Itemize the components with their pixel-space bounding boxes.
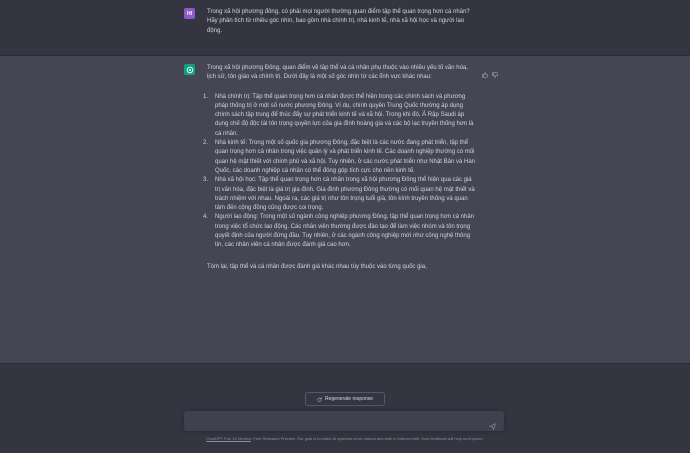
regenerate-button[interactable]: Regenerate response xyxy=(305,392,385,406)
assistant-closing: Tóm lại, tập thể và cá nhân được đánh gi… xyxy=(207,263,427,270)
list-number: 3. xyxy=(203,177,209,184)
assistant-intro: Trong xã hội phương Đông, quan điểm về t… xyxy=(207,65,468,81)
user-message-row: HI Trong xã hội phương đông, có phải mọi… xyxy=(0,0,690,56)
assistant-message-row: Trong xã hội phương Đông, quan điểm về t… xyxy=(0,56,690,364)
list-item-text: Người lao động: Trong một số ngành công … xyxy=(215,214,475,249)
list-number: 4. xyxy=(203,214,209,221)
list-item-text: Nhà xã hội học: Tập thể quan trọng hơn c… xyxy=(215,177,475,212)
user-avatar: HI xyxy=(184,8,195,19)
thumbs-down-icon xyxy=(492,72,498,78)
message-input[interactable] xyxy=(184,411,504,431)
assistant-message: Trong xã hội phương Đông, quan điểm về t… xyxy=(203,64,477,282)
list-number: 1. xyxy=(203,93,209,100)
assistant-avatar xyxy=(184,64,195,75)
user-message-text: Trong xã hội phương đông, có phải mọi ng… xyxy=(207,9,470,34)
footer-text: . Free Research Preview. Our goal is to … xyxy=(250,436,484,441)
list-item-text: Nhà chính trị: Tập thể quan trọng hơn cá… xyxy=(215,93,474,137)
send-button[interactable] xyxy=(488,417,496,431)
version-link[interactable]: ChatGPT Feb 13 Version xyxy=(206,436,251,441)
regenerate-label: Regenerate response xyxy=(324,396,374,402)
list-item: 2. Nhà kinh tế: Trong một số quốc gia phư… xyxy=(203,139,477,176)
thumbs-up-button[interactable] xyxy=(482,65,488,78)
feedback-buttons xyxy=(482,65,498,78)
composer-area: Regenerate response ChatGPT Feb 13 Versi… xyxy=(0,364,690,453)
thumbs-down-button[interactable] xyxy=(492,65,498,78)
list-item: 3. Nhà xã hội học: Tập thể quan trọng hơn… xyxy=(203,176,477,213)
footer-disclaimer: ChatGPT Feb 13 Version. Free Research Pr… xyxy=(0,436,690,441)
assistant-list: 1. Nhà chính trị: Tập thể quan trọng hơn … xyxy=(203,93,477,251)
list-item: 1. Nhà chính trị: Tập thể quan trọng hơn … xyxy=(203,93,477,139)
refresh-icon xyxy=(317,397,322,402)
list-item-text: Nhà kinh tế: Trong một số quốc gia phươn… xyxy=(215,140,475,174)
send-icon xyxy=(488,423,496,431)
list-item: 4. Người lao động: Trong một số ngành côn… xyxy=(203,213,477,250)
list-number: 2. xyxy=(203,140,209,147)
openai-logo-icon xyxy=(186,66,193,73)
thumbs-up-icon xyxy=(482,72,488,78)
